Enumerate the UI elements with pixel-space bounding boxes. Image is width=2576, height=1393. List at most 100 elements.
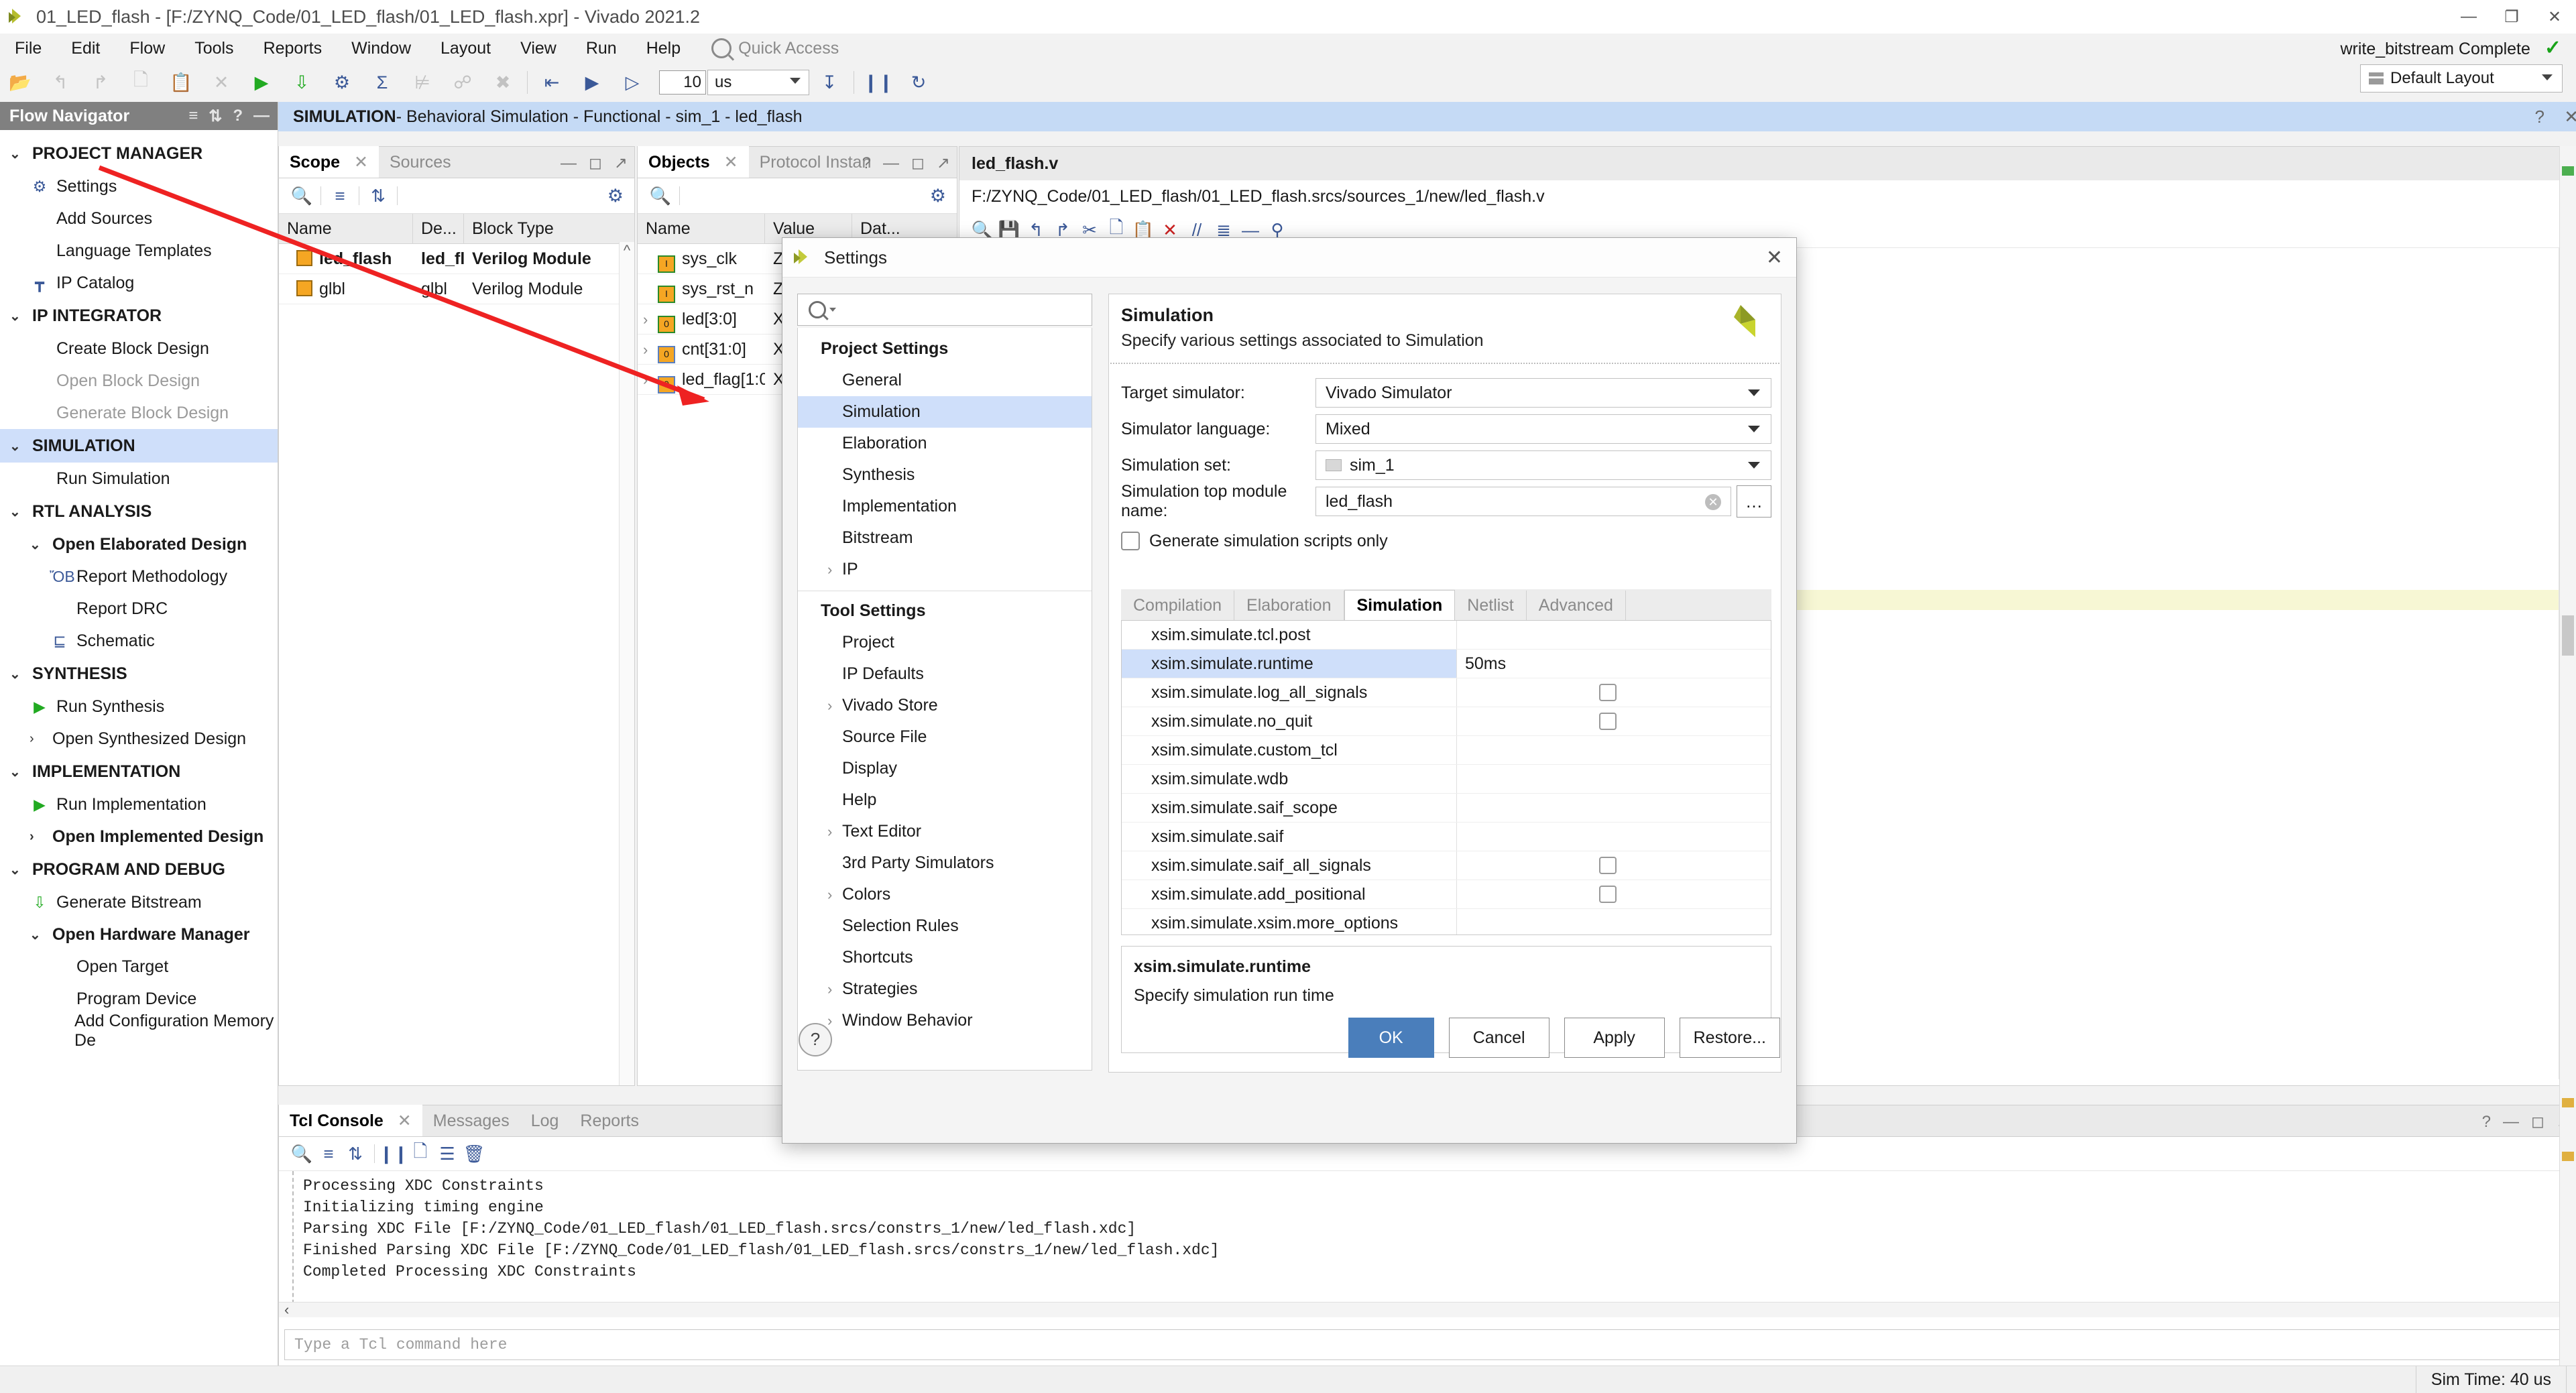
table-row[interactable]: led_flash led_fla Verilog Module bbox=[279, 244, 634, 274]
flow-item-create-block-design[interactable]: Create Block Design bbox=[0, 332, 278, 365]
report-sum-icon[interactable]: Σ bbox=[367, 67, 398, 98]
subtab-netlist[interactable]: Netlist bbox=[1455, 591, 1527, 620]
property-row[interactable]: xsim.simulate.custom_tcl bbox=[1122, 736, 1771, 765]
flow-item-ip-catalog[interactable]: ┳ IP Catalog bbox=[0, 267, 278, 299]
help-icon[interactable]: ? bbox=[862, 154, 871, 173]
flow-section-implementation[interactable]: ⌄ IMPLEMENTATION bbox=[0, 755, 278, 788]
menu-file[interactable]: File bbox=[0, 34, 56, 63]
settings-dialog-close-button[interactable]: ✕ bbox=[1766, 246, 1783, 269]
property-value[interactable] bbox=[1457, 794, 1771, 822]
tree-item-project[interactable]: Project bbox=[798, 627, 1092, 658]
run-icon[interactable]: ▶ bbox=[246, 67, 277, 98]
copy-icon[interactable]: 🗋 bbox=[407, 1140, 434, 1167]
settings-gear-icon[interactable]: ⚙ bbox=[327, 67, 357, 98]
minimize-icon[interactable]: — bbox=[253, 107, 270, 125]
close-button[interactable]: ✕ bbox=[2533, 0, 2576, 34]
property-value[interactable] bbox=[1457, 765, 1771, 793]
menu-layout[interactable]: Layout bbox=[426, 34, 506, 63]
property-value[interactable] bbox=[1457, 909, 1771, 934]
flow-item-open-hardware-manager[interactable]: ⌄ Open Hardware Manager bbox=[0, 918, 278, 951]
close-icon[interactable]: ✕ bbox=[2564, 107, 2576, 127]
float-icon[interactable]: ↗ bbox=[937, 154, 950, 173]
checkbox[interactable] bbox=[1599, 886, 1617, 903]
property-row[interactable]: xsim.simulate.tcl.post bbox=[1122, 621, 1771, 650]
help-icon[interactable]: ? bbox=[233, 107, 243, 125]
pause-icon[interactable]: ❙❙ bbox=[863, 67, 894, 98]
chevron-right-icon[interactable]: › bbox=[827, 561, 832, 579]
tree-item-general[interactable]: General bbox=[798, 365, 1092, 396]
collapse-all-icon[interactable]: ≡ bbox=[315, 1140, 342, 1167]
tab-log[interactable]: Log bbox=[520, 1105, 570, 1136]
strip-thumb[interactable] bbox=[2562, 615, 2574, 656]
minimize-icon[interactable]: — bbox=[883, 154, 899, 173]
quick-access[interactable]: Quick Access bbox=[711, 38, 839, 58]
tree-item-help[interactable]: Help bbox=[798, 784, 1092, 816]
subtab-advanced[interactable]: Advanced bbox=[1527, 591, 1626, 620]
layout-select[interactable]: Default Layout bbox=[2360, 64, 2563, 93]
chevron-right-icon[interactable]: › bbox=[643, 305, 658, 335]
property-row[interactable]: xsim.simulate.add_positional bbox=[1122, 880, 1771, 909]
flow-item-report-methodology[interactable]: ὌB Report Methodology bbox=[0, 560, 278, 593]
paste-icon[interactable]: 📋 bbox=[166, 67, 196, 98]
right-scroll-strip[interactable] bbox=[2559, 146, 2576, 1373]
tree-item-3rd-party-simulators[interactable]: 3rd Party Simulators bbox=[798, 847, 1092, 879]
chevron-right-icon[interactable]: › bbox=[827, 697, 832, 715]
generate-scripts-checkbox-row[interactable]: Generate simulation scripts only bbox=[1121, 525, 1771, 557]
scroll-left-icon[interactable]: ‹ bbox=[284, 1301, 289, 1319]
flow-item-add-configuration-memory-de[interactable]: Add Configuration Memory De bbox=[0, 1012, 278, 1050]
flow-section-ip-integrator[interactable]: ⌄ IP INTEGRATOR bbox=[0, 299, 278, 332]
search-icon[interactable]: 🔍 bbox=[288, 1140, 315, 1167]
search-icon[interactable]: 🔍 bbox=[647, 182, 674, 209]
property-row[interactable]: xsim.simulate.no_quit bbox=[1122, 707, 1771, 736]
property-value[interactable] bbox=[1457, 621, 1771, 649]
flow-item-schematic[interactable]: ⊑ Schematic bbox=[0, 625, 278, 657]
run-all-icon[interactable]: ▶ bbox=[577, 67, 607, 98]
tab-sources[interactable]: Sources bbox=[379, 147, 462, 178]
copy-icon[interactable]: 🗋 bbox=[125, 67, 156, 98]
field-control-0[interactable]: Vivado Simulator bbox=[1315, 378, 1771, 408]
editor-tab[interactable]: led_flash.v bbox=[959, 147, 2576, 180]
property-row[interactable]: xsim.simulate.runtime 50ms bbox=[1122, 650, 1771, 678]
property-value[interactable] bbox=[1457, 823, 1771, 851]
flow-item-open-synthesized-design[interactable]: › Open Synthesized Design bbox=[0, 723, 278, 755]
chevron-right-icon[interactable]: › bbox=[827, 823, 832, 841]
menu-run[interactable]: Run bbox=[571, 34, 632, 63]
menu-flow[interactable]: Flow bbox=[115, 34, 180, 63]
field-control-3[interactable]: led_flash ✕ bbox=[1315, 487, 1731, 516]
flow-section-rtl-analysis[interactable]: ⌄ RTL ANALYSIS bbox=[0, 495, 278, 528]
collapse-all-icon[interactable]: ≡ bbox=[188, 107, 198, 125]
property-row[interactable]: xsim.simulate.saif_all_signals bbox=[1122, 851, 1771, 880]
tree-item-shortcuts[interactable]: Shortcuts bbox=[798, 942, 1092, 973]
relaunch-icon[interactable]: ↻ bbox=[903, 67, 934, 98]
step-icon[interactable]: ↧ bbox=[814, 67, 845, 98]
clear-icon[interactable]: ✕ bbox=[1705, 494, 1721, 510]
help-icon[interactable]: ? bbox=[2482, 1113, 2491, 1132]
property-value[interactable] bbox=[1457, 707, 1771, 735]
tcl-horizontal-scrollbar[interactable]: ‹ bbox=[279, 1301, 2576, 1319]
table-row[interactable]: glbl glbl Verilog Module bbox=[279, 274, 634, 304]
close-icon[interactable]: ✕ bbox=[354, 153, 368, 172]
property-value[interactable] bbox=[1457, 736, 1771, 764]
flow-item-run-implementation[interactable]: ▶ Run Implementation bbox=[0, 788, 278, 821]
power-icon[interactable]: ☍ bbox=[447, 67, 478, 98]
redo-icon[interactable]: ↱ bbox=[85, 67, 116, 98]
maximize-button[interactable]: ❐ bbox=[2490, 0, 2533, 34]
help-button[interactable]: ? bbox=[799, 1023, 832, 1056]
run-time-unit-select[interactable]: us bbox=[707, 70, 809, 95]
checkbox[interactable] bbox=[1599, 713, 1617, 730]
flow-item-settings[interactable]: ⚙ Settings bbox=[0, 170, 278, 202]
tree-item-colors[interactable]: › Colors bbox=[798, 879, 1092, 910]
maximize-icon[interactable]: ◻ bbox=[911, 154, 925, 173]
menu-reports[interactable]: Reports bbox=[249, 34, 337, 63]
tree-item-display[interactable]: Display bbox=[798, 753, 1092, 784]
minimize-button[interactable]: — bbox=[2447, 0, 2490, 34]
flow-item-open-block-design[interactable]: Open Block Design bbox=[0, 365, 278, 397]
flow-item-language-templates[interactable]: Language Templates bbox=[0, 235, 278, 267]
tree-item-elaboration[interactable]: Elaboration bbox=[798, 428, 1092, 459]
run-time-input[interactable]: 10 bbox=[659, 70, 706, 95]
tree-item-selection-rules[interactable]: Selection Rules bbox=[798, 910, 1092, 942]
field-control-2[interactable]: sim_1 bbox=[1315, 450, 1771, 480]
drc-icon[interactable]: ✖ bbox=[487, 67, 518, 98]
flow-item-open-elaborated-design[interactable]: ⌄ Open Elaborated Design bbox=[0, 528, 278, 560]
expand-all-icon[interactable]: ⇅ bbox=[365, 182, 392, 209]
